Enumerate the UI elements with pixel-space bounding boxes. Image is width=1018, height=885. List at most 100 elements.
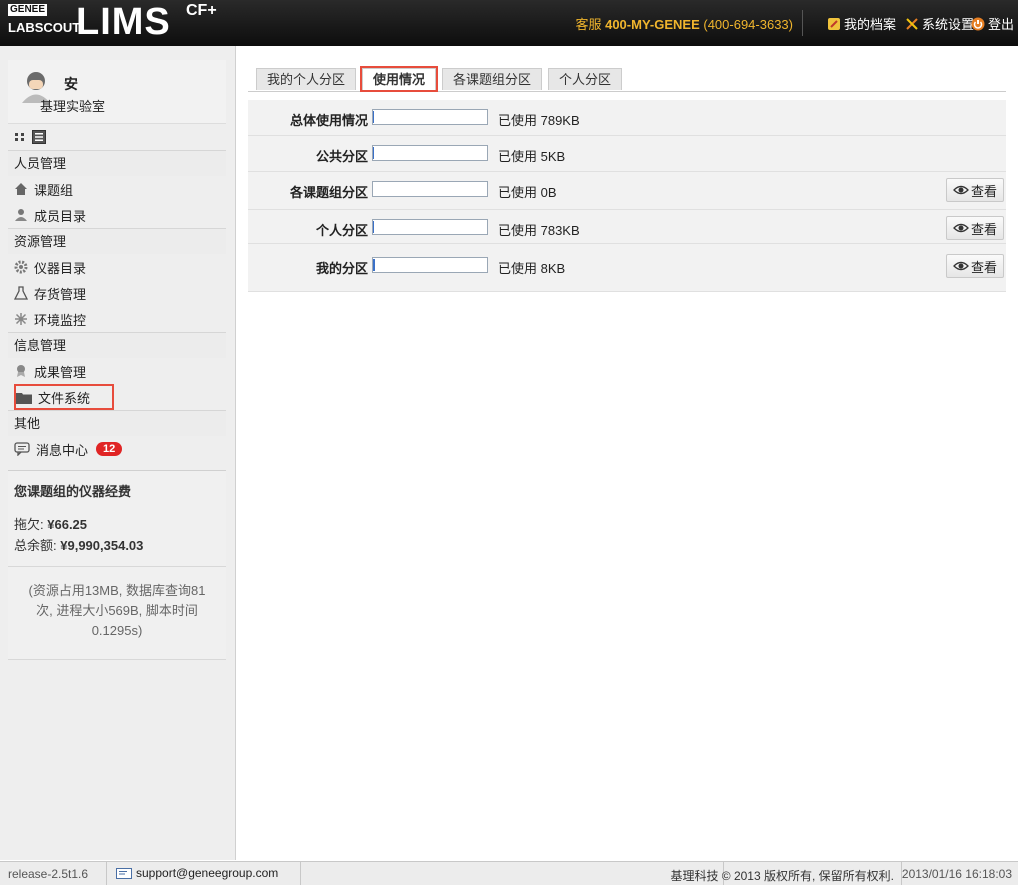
row-used: 已使用 789KB bbox=[498, 113, 580, 128]
user-card[interactable]: 安 基理实验室 bbox=[8, 60, 226, 124]
usage-row-groups: 各课题组分区 已使用 0B 查看 bbox=[248, 172, 1006, 210]
award-icon bbox=[17, 365, 25, 377]
tab-my-partition[interactable]: 我的个人分区 bbox=[256, 68, 357, 90]
tab-group-partitions[interactable]: 各课题组分区 bbox=[442, 68, 543, 90]
flask-icon bbox=[14, 286, 28, 300]
view-button[interactable]: 查看 bbox=[945, 178, 1004, 202]
sidebar: 安 基理实验室 人员管理 课题组 成员目录 资源管理 仪器目录 存货管理 环境监… bbox=[8, 60, 226, 660]
house-icon bbox=[15, 183, 27, 195]
sidebar-item-environment[interactable]: 环境监控 bbox=[8, 306, 226, 332]
settings-link[interactable]: 系统设置 bbox=[905, 14, 974, 33]
tab-bar: 我的个人分区 使用情况 各课题组分区 个人分区 bbox=[248, 66, 1006, 92]
sidebar-item-label: 消息中心 bbox=[36, 442, 89, 458]
tab-usage[interactable]: 使用情况 bbox=[360, 66, 439, 92]
view-button[interactable]: 查看 bbox=[945, 254, 1004, 278]
footer: release-2.5t1.6 support@geneegroup.com 基… bbox=[0, 861, 1018, 885]
service-number: 400-MY-GENEE bbox=[605, 17, 700, 32]
header-divider bbox=[802, 10, 803, 36]
section-information: 信息管理 bbox=[8, 332, 226, 358]
row-label: 总体使用情况 bbox=[289, 113, 368, 128]
view-switcher bbox=[8, 124, 226, 150]
logo-labscout: LABSCOUT bbox=[8, 20, 81, 35]
section-people: 人员管理 bbox=[8, 150, 226, 176]
sidebar-item-label: 成员目录 bbox=[34, 208, 87, 224]
message-icon bbox=[14, 442, 30, 456]
copyright: 基理科技 © 2013 版权所有, 保留所有权利. bbox=[670, 869, 894, 883]
usage-row-public: 公共分区 已使用 5KB bbox=[248, 136, 1006, 172]
eye-icon bbox=[953, 261, 969, 271]
funds-owe: 拖欠: ¥66.25 bbox=[14, 514, 220, 533]
logo-lims: LIMS bbox=[76, 1, 171, 43]
balance-label: 总余额: bbox=[14, 538, 57, 553]
view-label: 查看 bbox=[970, 183, 997, 199]
sidebar-item-groups[interactable]: 课题组 bbox=[8, 176, 226, 202]
row-label: 个人分区 bbox=[315, 223, 368, 238]
section-resources: 资源管理 bbox=[8, 228, 226, 254]
usage-row-mine: 我的分区 已使用 8KB 查看 bbox=[248, 244, 1006, 292]
row-used: 已使用 5KB bbox=[498, 149, 566, 164]
sidebar-item-label: 环境监控 bbox=[34, 312, 87, 328]
sidebar-item-label: 课题组 bbox=[34, 182, 74, 198]
release-version: release-2.5t1.6 bbox=[8, 867, 89, 881]
tools-icon bbox=[906, 17, 918, 30]
support-email: support@geneegroup.com bbox=[136, 866, 279, 880]
usage-progress-bar bbox=[372, 181, 488, 197]
footer-divider bbox=[300, 862, 301, 885]
sidebar-item-label: 仪器目录 bbox=[34, 260, 87, 276]
usage-progress-bar bbox=[372, 219, 488, 235]
usage-progress-fill bbox=[373, 111, 375, 123]
folder-icon bbox=[16, 392, 32, 404]
power-icon bbox=[971, 17, 985, 30]
logout-label: 登出 bbox=[987, 17, 1014, 32]
owe-label: 拖欠: bbox=[14, 517, 44, 532]
sidebar-item-members[interactable]: 成员目录 bbox=[8, 202, 226, 228]
user-name: 安 bbox=[64, 76, 78, 92]
gear-icon bbox=[14, 260, 28, 274]
service-alt-number: (400-694-3633) bbox=[703, 17, 793, 32]
row-label: 我的分区 bbox=[315, 261, 368, 276]
message-count-badge: 12 bbox=[96, 442, 123, 456]
support-email-link[interactable]: support@geneegroup.com bbox=[116, 866, 278, 880]
funds-title: 您课题组的仪器经费 bbox=[14, 484, 132, 499]
logout-link[interactable]: 登出 bbox=[971, 14, 1014, 33]
sidebar-item-inventory[interactable]: 存货管理 bbox=[8, 280, 226, 306]
usage-progress-bar bbox=[372, 257, 488, 273]
owe-value: ¥66.25 bbox=[47, 517, 88, 532]
mail-icon bbox=[116, 867, 132, 879]
sidebar-item-messages[interactable]: 消息中心 12 bbox=[8, 436, 226, 462]
person-icon bbox=[15, 209, 27, 221]
usage-table: 总体使用情况 已使用 789KB 公共分区 已使用 5KB 各课题组分区 已使用… bbox=[248, 100, 1006, 292]
usage-row-total: 总体使用情况 已使用 789KB bbox=[248, 100, 1006, 136]
row-used: 已使用 0B bbox=[498, 185, 557, 200]
funds-balance: 总余额: ¥9,990,354.03 bbox=[14, 535, 220, 554]
tab-personal-partitions[interactable]: 个人分区 bbox=[548, 68, 623, 90]
sidebar-item-label: 成果管理 bbox=[34, 364, 87, 380]
grid-view-icon[interactable] bbox=[14, 131, 26, 143]
top-header: GENEE LABSCOUT LIMS CF+ 客服 400-MY-GENEE … bbox=[0, 0, 1018, 46]
footer-divider bbox=[106, 862, 107, 885]
service-hotline: 客服 400-MY-GENEE (400-694-3633) bbox=[575, 14, 793, 33]
app-logo[interactable]: GENEE LABSCOUT LIMS CF+ bbox=[8, 1, 238, 44]
profile-link[interactable]: 我的档案 bbox=[827, 14, 896, 33]
usage-row-personal: 个人分区 已使用 783KB 查看 bbox=[248, 210, 1006, 244]
row-used: 已使用 783KB bbox=[498, 223, 580, 238]
view-label: 查看 bbox=[970, 259, 997, 275]
usage-progress-fill bbox=[373, 259, 376, 271]
section-other: 其他 bbox=[8, 410, 226, 436]
funds-panel: 您课题组的仪器经费 拖欠: ¥66.25 总余额: ¥9,990,354.03 bbox=[8, 470, 226, 566]
eye-icon bbox=[953, 185, 969, 195]
sidebar-item-file-system[interactable]: 文件系统 bbox=[14, 384, 114, 410]
sidebar-item-achievements[interactable]: 成果管理 bbox=[8, 358, 226, 384]
row-used: 已使用 8KB bbox=[498, 261, 566, 276]
logo-cf: CF+ bbox=[186, 2, 217, 19]
usage-progress-fill bbox=[373, 147, 375, 159]
sidebar-item-label: 存货管理 bbox=[34, 286, 87, 302]
list-view-icon[interactable] bbox=[32, 130, 46, 144]
profile-label: 我的档案 bbox=[843, 17, 896, 32]
sidebar-item-instruments[interactable]: 仪器目录 bbox=[8, 254, 226, 280]
server-timestamp: 2013/01/16 16:18:03 bbox=[901, 867, 1012, 881]
user-lab: 基理实验室 bbox=[40, 99, 106, 114]
eye-icon bbox=[953, 223, 969, 233]
pencil-icon bbox=[827, 17, 840, 30]
view-button[interactable]: 查看 bbox=[945, 216, 1004, 240]
